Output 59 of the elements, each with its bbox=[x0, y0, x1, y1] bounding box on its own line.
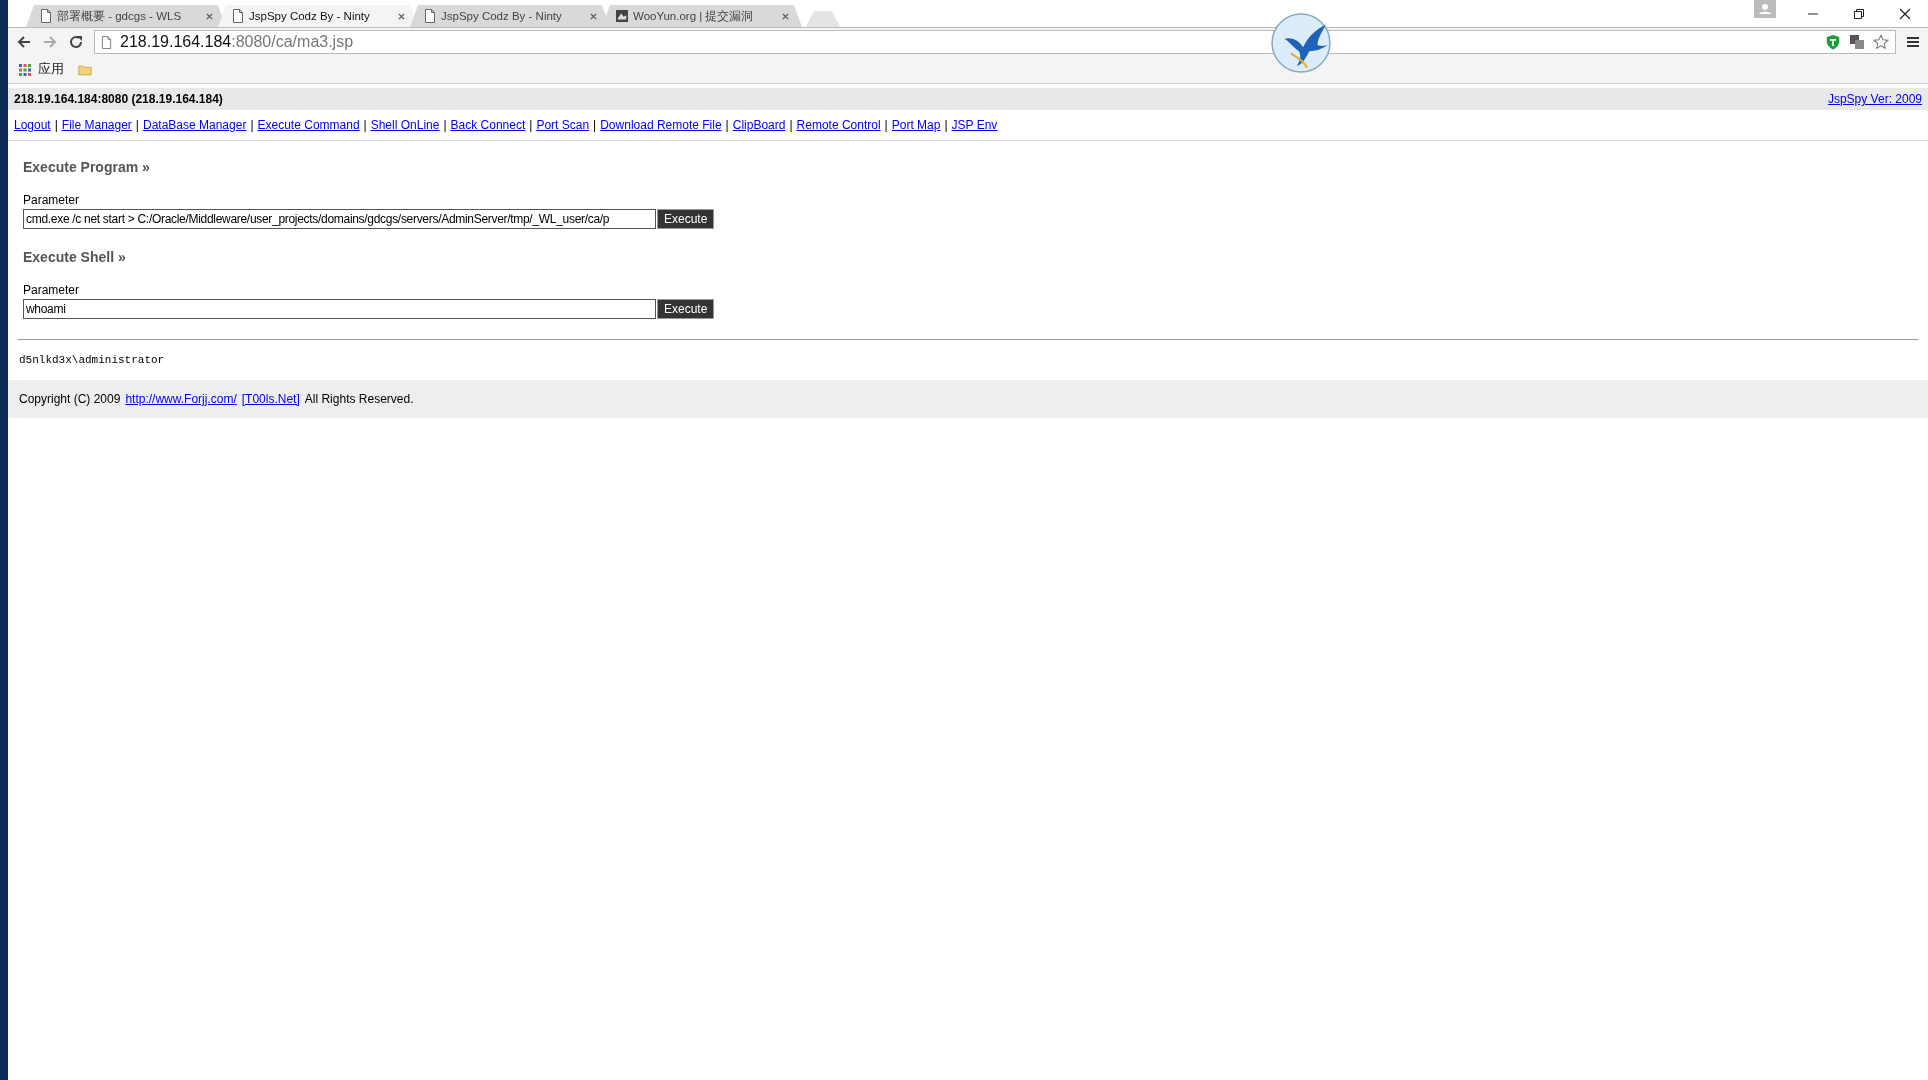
copyright-text: Copyright (C) 2009 bbox=[19, 392, 121, 406]
input-field[interactable]: whoami bbox=[23, 299, 656, 319]
nav-link[interactable]: ClipBoard bbox=[732, 118, 786, 132]
close-icon[interactable] bbox=[1899, 7, 1911, 20]
separator: | bbox=[725, 118, 729, 132]
site-icon bbox=[616, 9, 628, 23]
bookmark-item[interactable]: 应用 bbox=[38, 61, 64, 78]
reload-icon[interactable] bbox=[68, 34, 84, 50]
version-link[interactable]: JspSpy Ver: 2009 bbox=[1827, 92, 1922, 106]
separator: | bbox=[443, 118, 447, 132]
execute-button[interactable]: Execute bbox=[657, 209, 715, 229]
nav-link[interactable]: Shell OnLine bbox=[370, 118, 440, 132]
nav-link[interactable]: Remote Control bbox=[796, 118, 881, 132]
nav-link[interactable]: JSP Env bbox=[951, 118, 998, 132]
shield-icon[interactable] bbox=[1825, 34, 1841, 50]
separator: | bbox=[529, 118, 533, 132]
nav-link[interactable]: File Manager bbox=[61, 118, 132, 132]
restore-icon[interactable] bbox=[1853, 7, 1865, 20]
footer-link[interactable]: http://www.Forjj.com/ bbox=[125, 392, 237, 406]
separator: | bbox=[593, 118, 597, 132]
tab-title: 部署概要 - gdcgs - WLS bbox=[57, 8, 183, 24]
nav-link[interactable]: Execute Command bbox=[257, 118, 360, 132]
nav-link[interactable]: Port Scan bbox=[536, 118, 590, 132]
input-field[interactable]: cmd.exe /c net start > C:/Oracle/Middleware/user_projects/domains/gdcgs/servers/AdminServer/tmp/_WL_user/ca/p bbox=[23, 209, 656, 229]
section-title: Execute Program » bbox=[23, 159, 151, 175]
nav-link[interactable]: Logout bbox=[14, 118, 51, 132]
page-icon bbox=[232, 9, 244, 23]
server-address: 218.19.164.184:8080 (218.19.164.184) bbox=[14, 92, 223, 106]
separator: | bbox=[789, 118, 793, 132]
separator: | bbox=[363, 118, 367, 132]
field-label: Parameter bbox=[23, 193, 81, 207]
tab-title: JspSpy Codz By - Ninty bbox=[441, 10, 563, 22]
star-icon[interactable] bbox=[1873, 34, 1889, 50]
execute-button[interactable]: Execute bbox=[657, 299, 715, 319]
page-icon bbox=[424, 9, 436, 23]
command-output: d5nlkd3x\administrator bbox=[18, 354, 166, 368]
section-title: Execute Shell » bbox=[23, 249, 127, 265]
nav-link[interactable]: DataBase Manager bbox=[143, 118, 247, 132]
nav-link[interactable]: Download Remote File bbox=[600, 118, 722, 132]
close-icon[interactable] bbox=[397, 11, 406, 21]
separator: | bbox=[250, 118, 254, 132]
page-icon bbox=[40, 9, 52, 23]
field-label: Parameter bbox=[23, 283, 81, 297]
tab-title: WooYun.org | 提交漏洞 bbox=[633, 8, 755, 24]
rights-text: All Rights Reserved. bbox=[304, 392, 414, 406]
back-icon[interactable] bbox=[16, 34, 32, 50]
page-icon bbox=[101, 35, 112, 49]
tab-title: JspSpy Codz By - Ninty bbox=[249, 10, 371, 22]
nav-link[interactable]: Back Connect bbox=[450, 118, 526, 132]
footer-link[interactable]: [T00ls.Net] bbox=[241, 392, 300, 406]
separator: | bbox=[135, 118, 139, 132]
address-bar[interactable]: 218.19.164.184:8080/ca/ma3.jsp bbox=[94, 30, 1896, 54]
separator: | bbox=[884, 118, 888, 132]
separator: | bbox=[944, 118, 948, 132]
menu-icon[interactable] bbox=[1906, 36, 1920, 48]
separator: | bbox=[54, 118, 58, 132]
apps-icon[interactable] bbox=[18, 63, 32, 76]
nav-link[interactable]: Port Map bbox=[891, 118, 941, 132]
url-text: 218.19.164.184:8080/ca/ma3.jsp bbox=[120, 33, 354, 51]
